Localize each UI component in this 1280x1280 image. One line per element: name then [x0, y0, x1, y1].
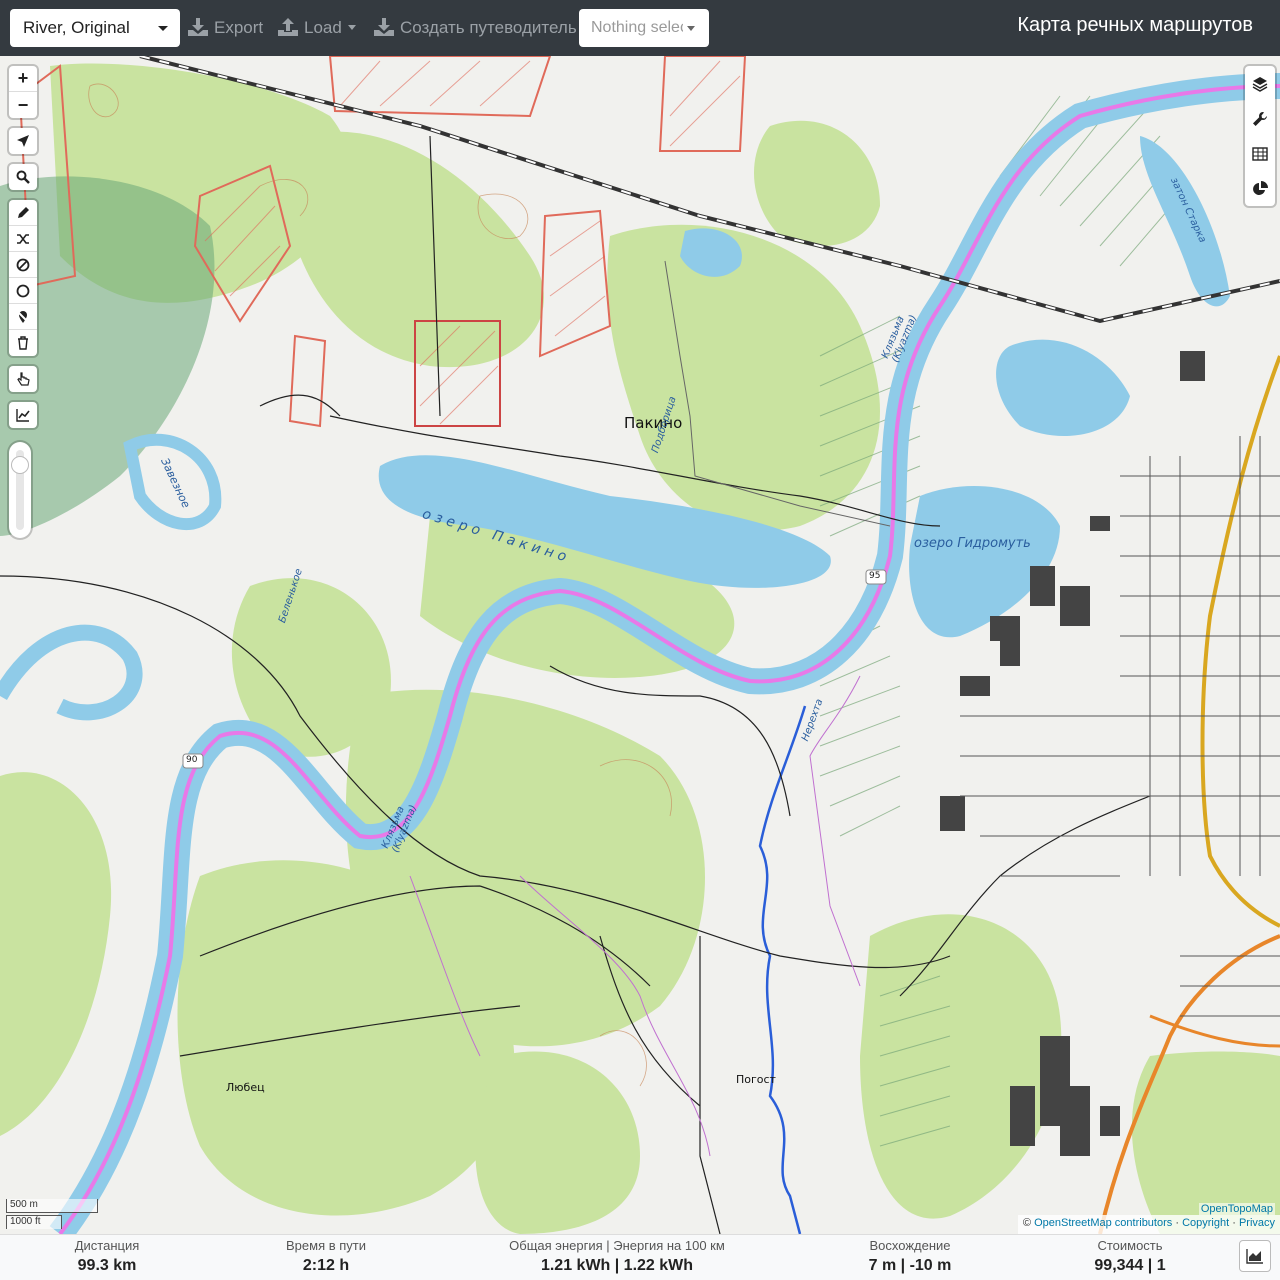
elevation-chart-toggle[interactable]	[1239, 1240, 1271, 1272]
statistics-button[interactable]	[1245, 171, 1275, 206]
export-label: Export	[214, 18, 264, 37]
opentopomap-link[interactable]: OpenTopoMap	[1198, 1203, 1275, 1215]
map-label-pogost: Погост	[736, 1073, 776, 1086]
create-guide-label: Создать путеводитель	[400, 18, 577, 37]
pin-off-icon	[16, 309, 30, 324]
minus-icon: −	[17, 94, 29, 115]
stat-time-value: 2:12 h	[302, 1257, 350, 1274]
osm-link[interactable]: OpenStreetMap contributors	[1034, 1217, 1172, 1229]
top-navbar: River, Original Export Load Создать путе…	[0, 0, 1280, 56]
attribution-separator: ·	[1175, 1217, 1179, 1229]
drag-control	[9, 366, 37, 392]
download-icon	[188, 18, 208, 36]
stat-energy-value: 1.21 kWh | 1.22 kWh	[540, 1257, 694, 1274]
layers-button[interactable]	[1245, 66, 1275, 101]
search-icon	[16, 170, 30, 184]
stat-energy: Общая энергия | Энергия на 100 км 1.21 k…	[488, 1237, 746, 1277]
pie-chart-icon	[1253, 180, 1268, 195]
load-button[interactable]: Load	[278, 12, 356, 44]
search-button[interactable]	[9, 164, 37, 190]
zoom-in-button[interactable]: +	[9, 66, 37, 92]
delete-route-button[interactable]	[9, 330, 37, 356]
map-label-pakino: Пакино	[624, 414, 683, 432]
profile-select[interactable]: River, Original	[10, 9, 180, 47]
draw-toolbar	[9, 200, 37, 356]
stat-distance-value: 99.3 km	[77, 1257, 137, 1274]
chevron-down-icon	[687, 26, 695, 31]
create-guide-button[interactable]: Создать путеводитель	[374, 12, 577, 44]
stat-time-title: Время в пути	[286, 1238, 366, 1253]
no-entry-icon	[16, 258, 30, 271]
map-attribution: © OpenStreetMap contributors · Copyright…	[1017, 1215, 1280, 1234]
area-chart-icon	[1246, 1249, 1263, 1264]
road-shield-90: 90	[186, 755, 198, 765]
search-control	[9, 164, 37, 190]
trash-icon	[18, 336, 28, 350]
road-shield-95: 95	[869, 571, 881, 581]
pencil-icon	[18, 206, 29, 218]
opacity-slider[interactable]	[9, 442, 31, 538]
plus-icon: +	[17, 68, 29, 88]
shuffle-button[interactable]	[9, 226, 37, 252]
settings-button[interactable]	[1245, 101, 1275, 136]
route-stats-bar: Дистанция 99.3 km Время в пути 2:12 h Об…	[0, 1234, 1280, 1280]
upload-icon	[278, 18, 298, 36]
zoom-out-button[interactable]: −	[9, 92, 37, 118]
shuffle-icon	[17, 233, 29, 244]
stat-ascent-title: Восхождение	[869, 1238, 951, 1253]
locate-control	[9, 128, 37, 154]
stat-time: Время в пути 2:12 h	[260, 1237, 392, 1277]
circle-icon	[16, 284, 30, 297]
locate-arrow-icon	[17, 135, 29, 147]
drag-mode-button[interactable]	[9, 366, 37, 392]
circle-tool-button[interactable]	[9, 278, 37, 304]
stat-distance: Дистанция 99.3 km	[40, 1237, 174, 1277]
wrench-icon	[1253, 111, 1267, 126]
remove-marker-button[interactable]	[9, 304, 37, 330]
stat-cost-title: Стоимость	[1097, 1238, 1163, 1253]
privacy-link[interactable]: Privacy	[1239, 1217, 1275, 1229]
attribution-separator: ·	[1232, 1217, 1236, 1229]
slider-handle[interactable]	[11, 456, 29, 474]
profile-select-value: River, Original	[23, 18, 130, 37]
stat-energy-title: Общая энергия | Энергия на 100 км	[509, 1238, 725, 1253]
elevation-control	[9, 402, 37, 428]
table-icon	[1252, 146, 1268, 161]
chart-line-icon	[16, 409, 30, 422]
no-go-area-button[interactable]	[9, 252, 37, 278]
caret-down-icon	[347, 25, 356, 30]
locate-button[interactable]	[9, 128, 37, 154]
map-label-lyubets: Любец	[226, 1081, 265, 1094]
stat-cost: Стоимость 99,344 | 1	[1066, 1237, 1194, 1277]
scale-metric: 500 m	[6, 1199, 98, 1213]
map-label-lake-gidromut: озеро Гидромуть	[914, 536, 1031, 551]
layers-icon	[1252, 76, 1268, 92]
route-select-value: Nothing selected	[591, 19, 683, 36]
data-table-button[interactable]	[1245, 136, 1275, 171]
load-label: Load	[304, 18, 342, 37]
download-icon	[374, 18, 394, 36]
draw-route-button[interactable]	[9, 200, 37, 226]
right-toolbar	[1245, 66, 1275, 206]
route-select[interactable]: Nothing selected	[579, 9, 709, 47]
zoom-control: + −	[9, 66, 37, 118]
chevron-down-icon	[158, 26, 168, 31]
copyright-symbol: ©	[1022, 1217, 1032, 1229]
stat-cost-value: 99,344 | 1	[1094, 1257, 1166, 1274]
copyright-link[interactable]: Copyright	[1182, 1217, 1229, 1229]
map-canvas[interactable]: Пакино о з е р о П а к и н о озеро Гидро…	[0, 56, 1280, 1234]
app-title: Карта речных маршрутов	[1017, 14, 1253, 36]
export-button[interactable]: Export	[188, 12, 263, 44]
map-tiles	[0, 56, 1280, 1234]
hand-pointer-icon	[17, 372, 30, 386]
scale-imperial: 1000 ft	[6, 1215, 62, 1229]
stat-ascent-value: 7 m | -10 m	[868, 1257, 952, 1274]
elevation-profile-button[interactable]	[9, 402, 37, 428]
stat-distance-title: Дистанция	[74, 1238, 140, 1253]
stat-ascent: Восхождение 7 m | -10 m	[846, 1237, 974, 1277]
